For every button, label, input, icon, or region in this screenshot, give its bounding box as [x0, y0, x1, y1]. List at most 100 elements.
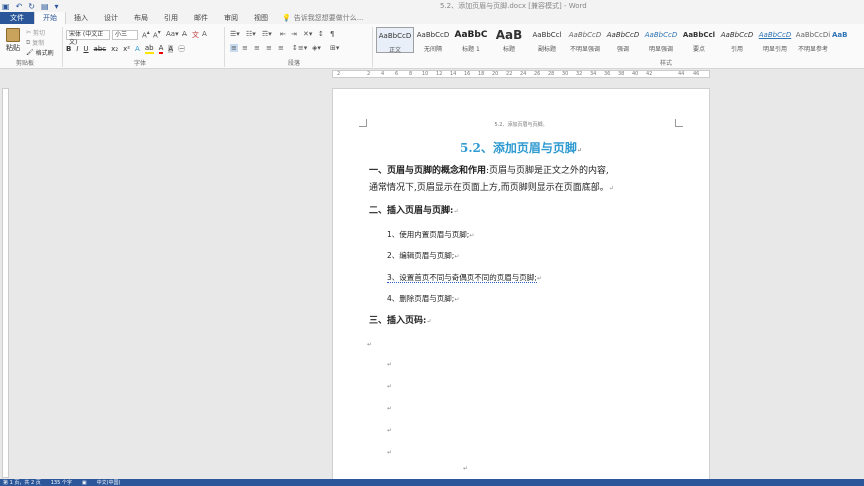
list-item[interactable]: 1、使用内置页眉与页脚;↵ — [387, 229, 474, 240]
char-shading-icon[interactable]: A — [168, 45, 174, 53]
section-3-heading[interactable]: 三、插入页码:↵ — [369, 313, 679, 330]
ruler-mark: 26 — [534, 71, 541, 77]
format-painter-button[interactable]: 🖌 格式刷 — [26, 48, 54, 57]
save-icon[interactable]: ▣ — [2, 2, 10, 11]
list-item[interactable]: 2、编辑页眉与页脚;↵ — [387, 250, 459, 261]
borders-icon[interactable]: ⊞▾ — [330, 44, 339, 52]
ruler-mark: 28 — [548, 71, 555, 77]
increase-indent-icon[interactable]: ⇥ — [291, 30, 297, 38]
italic-button[interactable]: I — [76, 45, 78, 53]
styles-group-label: 样式 — [660, 60, 673, 67]
char-border-icon[interactable]: A — [202, 30, 207, 38]
ruler-mark: 8 — [409, 71, 413, 77]
undo-icon[interactable]: ↶ — [16, 2, 23, 11]
style-no-spacing[interactable]: AaBbCcD 无间隔 — [414, 27, 452, 53]
style-normal[interactable]: AaBbCcD 正文 — [376, 27, 414, 54]
phonetic-guide-icon[interactable]: 文 — [192, 30, 199, 40]
tab-references[interactable]: 引用 — [156, 12, 186, 24]
shading-icon[interactable]: ◈▾ — [312, 44, 321, 52]
subscript-button[interactable]: x₂ — [111, 45, 118, 53]
align-left-icon[interactable]: ≡ — [230, 44, 238, 52]
page-count[interactable]: 第 1 页，共 2 页 — [3, 479, 41, 486]
tab-insert[interactable]: 插入 — [66, 12, 96, 24]
paragraph-mark: ↵ — [469, 232, 475, 239]
tell-me-box[interactable]: 💡 告诉我您想要做什么... — [282, 13, 363, 23]
document-page[interactable]: 5.2、添加页眉与页脚。 5.2、添加页眉与页脚↵ 一、页眉与页脚的概念和作用:… — [332, 88, 710, 480]
style-strong[interactable]: AaBbCcl 要点 — [680, 27, 718, 53]
style-name: 要点 — [692, 46, 705, 53]
line-spacing-icon[interactable]: ↕≡▾ — [292, 44, 307, 52]
touch-mode-icon[interactable]: ▤ — [41, 2, 49, 11]
strikethrough-button[interactable]: abc — [94, 45, 107, 53]
style-subtle-reference[interactable]: AaBbCcDi 不明显参考 — [794, 27, 832, 53]
font-size-select[interactable]: 小三 — [112, 30, 138, 40]
decrease-indent-icon[interactable]: ⇤ — [280, 30, 286, 38]
style-emphasis[interactable]: AaBbCcD 强调 — [604, 27, 642, 53]
style-name: 无间隔 — [423, 46, 442, 53]
clear-format-icon[interactable]: A̶ — [182, 30, 187, 38]
tab-file[interactable]: 文件 — [0, 12, 34, 24]
style-subtle-emphasis[interactable]: AaBbCcD 不明显强调 — [566, 27, 604, 53]
tab-layout[interactable]: 布局 — [126, 12, 156, 24]
scissors-icon: ✂ — [26, 29, 32, 36]
font-name-select[interactable]: 宋体 (中文正文) — [66, 30, 110, 46]
vertical-ruler[interactable] — [2, 88, 9, 478]
list-item[interactable]: 3、设置首页不同与奇偶页不同的页眉与页脚;↵ — [387, 272, 542, 283]
align-center-icon[interactable]: ≡ — [242, 44, 248, 52]
text-effects-icon[interactable]: A — [135, 45, 140, 53]
ruler-mark: 12 — [436, 71, 443, 77]
tab-view[interactable]: 视图 — [246, 12, 276, 24]
word-count[interactable]: 135 个字 — [51, 479, 72, 486]
highlight-icon[interactable]: ab — [144, 44, 154, 54]
sort-icon[interactable]: ↕ — [318, 30, 324, 38]
page-header[interactable]: 5.2、添加页眉与页脚。 — [333, 121, 709, 128]
style-name: 标题 — [502, 46, 515, 53]
style-intense-reference[interactable]: AaBl — [832, 27, 848, 53]
bold-button[interactable]: B — [66, 45, 71, 53]
show-marks-icon[interactable]: ¶ — [330, 30, 334, 38]
copy-button[interactable]: ⧉ 复制 — [26, 38, 44, 48]
document-title[interactable]: 5.2、添加页眉与页脚↵ — [333, 139, 709, 156]
customize-qat-icon[interactable]: ▾ — [55, 2, 59, 11]
section-1-paragraph[interactable]: 一、页眉与页脚的概念和作用:页眉与页脚是正文之外的内容, 通常情况下,页眉显示在… — [369, 163, 679, 197]
underline-button[interactable]: U — [83, 45, 88, 53]
redo-icon[interactable]: ↻ — [28, 2, 35, 11]
distributed-icon[interactable]: ≡ — [278, 44, 284, 52]
bullets-icon[interactable]: ☰▾ — [230, 30, 240, 38]
cut-button[interactable]: ✂ 剪切 — [26, 28, 45, 37]
multilevel-list-icon[interactable]: ☶▾ — [262, 30, 272, 38]
tab-design[interactable]: 设计 — [96, 12, 126, 24]
style-heading-1[interactable]: AaBbC 标题 1 — [452, 27, 490, 53]
shrink-font-icon[interactable]: A▾ — [153, 30, 161, 39]
tab-review[interactable]: 审阅 — [216, 12, 246, 24]
enclose-char-icon[interactable]: ㊀ — [178, 44, 185, 54]
tab-mailings[interactable]: 邮件 — [186, 12, 216, 24]
list-item[interactable]: 4、删除页眉与页脚;↵ — [387, 293, 459, 304]
tab-home[interactable]: 开始 — [34, 12, 66, 24]
superscript-button[interactable]: x² — [123, 45, 130, 53]
horizontal-ruler[interactable]: 2 2 4 6 8 10 12 14 16 18 20 22 24 26 28 … — [332, 70, 710, 78]
chinese-layout-icon[interactable]: ✕▾ — [303, 30, 312, 38]
style-name: 强调 — [616, 46, 629, 53]
paste-button[interactable]: 粘贴 — [4, 28, 22, 53]
style-intense-emphasis[interactable]: AaBbCcD 明显强调 — [642, 27, 680, 53]
change-case-icon[interactable]: Aa▾ — [166, 30, 179, 38]
style-title[interactable]: AaB 标题 — [490, 27, 528, 53]
style-preview: AaBbC — [454, 30, 488, 40]
style-intense-quote[interactable]: AaBbCcD 明显引用 — [756, 27, 794, 53]
align-right-icon[interactable]: ≡ — [254, 44, 260, 52]
section-2-heading[interactable]: 二、插入页眉与页脚:↵ — [369, 203, 679, 220]
style-subtitle[interactable]: AaBbCcl 副标题 — [528, 27, 566, 53]
language[interactable]: 中文(中国) — [97, 479, 121, 486]
grow-font-icon[interactable]: A▴ — [142, 30, 150, 39]
paragraph-mark: ↵ — [387, 449, 393, 456]
ruler-mark: 18 — [478, 71, 485, 77]
proofing-icon[interactable]: ▣ — [82, 480, 87, 486]
numbering-icon[interactable]: ☷▾ — [246, 30, 256, 38]
ruler-mark: 2 — [337, 71, 341, 77]
style-name: 不明显强调 — [569, 46, 600, 53]
style-quote[interactable]: AaBbCcD 引用 — [718, 27, 756, 53]
justify-icon[interactable]: ≡ — [266, 44, 272, 52]
font-color-icon[interactable]: A — [158, 44, 164, 54]
ruler-mark: 20 — [492, 71, 499, 77]
